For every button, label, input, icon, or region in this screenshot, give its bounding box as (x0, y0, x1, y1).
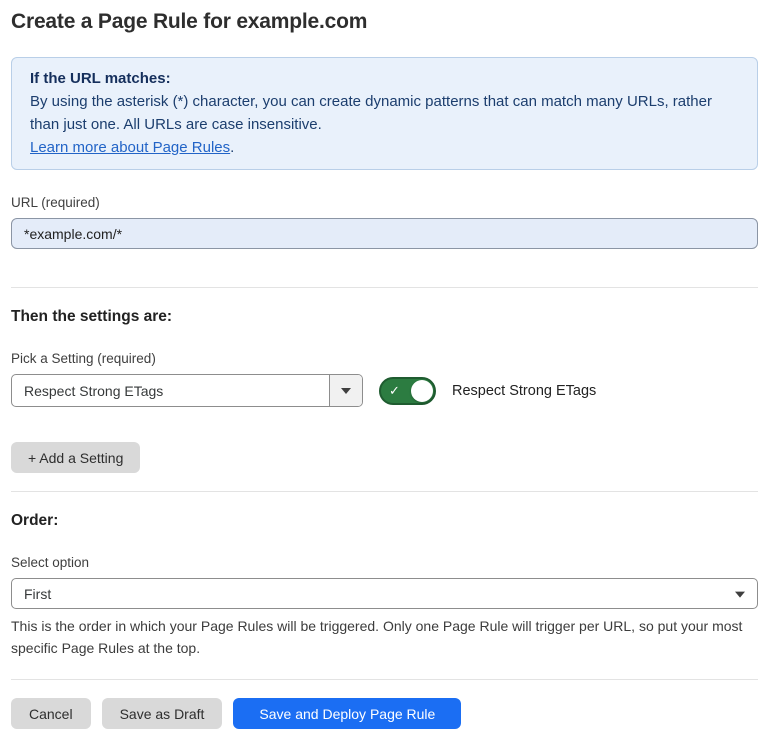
order-section-heading: Order: (11, 512, 758, 530)
url-field-label: URL (required) (11, 195, 758, 210)
toggle-knob (411, 380, 433, 402)
section-divider (11, 287, 758, 288)
info-box-link-line: Learn more about Page Rules. (30, 136, 739, 159)
order-select[interactable]: First (11, 578, 758, 609)
page-rule-form: Create a Page Rule for example.com If th… (0, 0, 769, 739)
cancel-button[interactable]: Cancel (11, 698, 91, 729)
page-title: Create a Page Rule for example.com (11, 10, 758, 34)
order-help-text: This is the order in which your Page Rul… (11, 615, 751, 659)
etags-toggle[interactable]: ✓ (379, 377, 436, 405)
add-setting-button[interactable]: + Add a Setting (11, 442, 140, 473)
section-divider (11, 491, 758, 492)
chevron-down-icon (341, 388, 351, 394)
setting-row: Respect Strong ETags ✓ Respect Strong ET… (11, 374, 758, 407)
link-period: . (230, 139, 234, 156)
save-draft-button[interactable]: Save as Draft (102, 698, 223, 729)
setting-select[interactable]: Respect Strong ETags (11, 374, 363, 407)
check-icon: ✓ (389, 384, 400, 397)
url-input[interactable] (11, 218, 758, 249)
setting-select-value: Respect Strong ETags (12, 375, 329, 406)
info-box-body: By using the asterisk (*) character, you… (30, 90, 739, 136)
save-deploy-button[interactable]: Save and Deploy Page Rule (233, 698, 461, 729)
order-select-value: First (24, 586, 51, 602)
learn-more-link[interactable]: Learn more about Page Rules (30, 139, 230, 156)
toggle-label: Respect Strong ETags (452, 383, 596, 399)
setting-select-arrow-button[interactable] (329, 375, 362, 406)
settings-section-heading: Then the settings are: (11, 308, 758, 326)
url-match-info-box: If the URL matches: By using the asteris… (11, 57, 758, 170)
pick-setting-label: Pick a Setting (required) (11, 351, 758, 366)
chevron-down-icon (735, 591, 745, 597)
form-actions: Cancel Save as Draft Save and Deploy Pag… (11, 698, 758, 729)
order-select-label: Select option (11, 555, 758, 570)
info-box-heading: If the URL matches: (30, 67, 739, 90)
section-divider (11, 679, 758, 680)
